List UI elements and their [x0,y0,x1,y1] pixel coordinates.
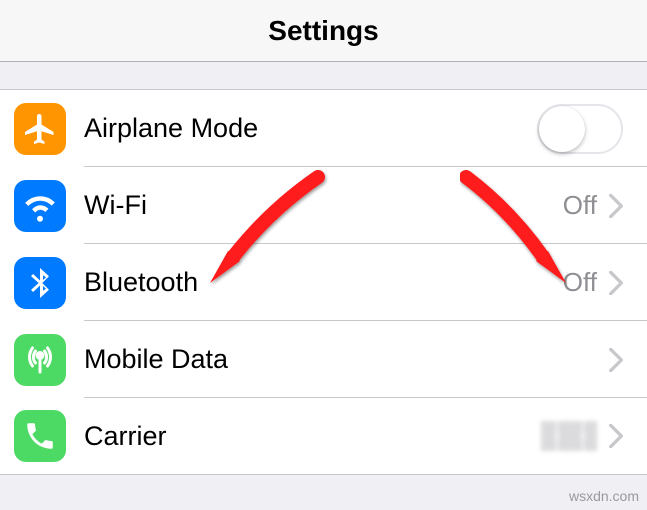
section-spacer [0,62,647,90]
settings-list: Airplane Mode Wi-Fi Off Bluetooth Off [0,90,647,475]
mobile-data-label: Mobile Data [84,344,609,375]
row-bluetooth[interactable]: Bluetooth Off [0,244,647,321]
page-title: Settings [268,15,378,47]
cellular-icon [14,334,66,386]
phone-icon [14,410,66,462]
toggle-knob [539,106,585,152]
carrier-status-obscured [541,421,597,451]
watermark: wsxdn.com [569,488,639,504]
airplane-toggle[interactable] [537,104,623,154]
wifi-label: Wi-Fi [84,190,563,221]
header: Settings [0,0,647,62]
airplane-label: Airplane Mode [84,113,537,144]
chevron-right-icon [609,348,623,372]
chevron-right-icon [609,424,623,448]
wifi-status: Off [563,190,597,221]
bluetooth-icon [14,257,66,309]
bluetooth-label: Bluetooth [84,267,563,298]
chevron-right-icon [609,194,623,218]
row-airplane-mode[interactable]: Airplane Mode [0,90,647,167]
airplane-icon [14,103,66,155]
carrier-label: Carrier [84,421,541,452]
row-mobile-data[interactable]: Mobile Data [0,321,647,398]
bluetooth-status: Off [563,267,597,298]
row-carrier[interactable]: Carrier [0,398,647,475]
chevron-right-icon [609,271,623,295]
wifi-icon [14,180,66,232]
row-wifi[interactable]: Wi-Fi Off [0,167,647,244]
